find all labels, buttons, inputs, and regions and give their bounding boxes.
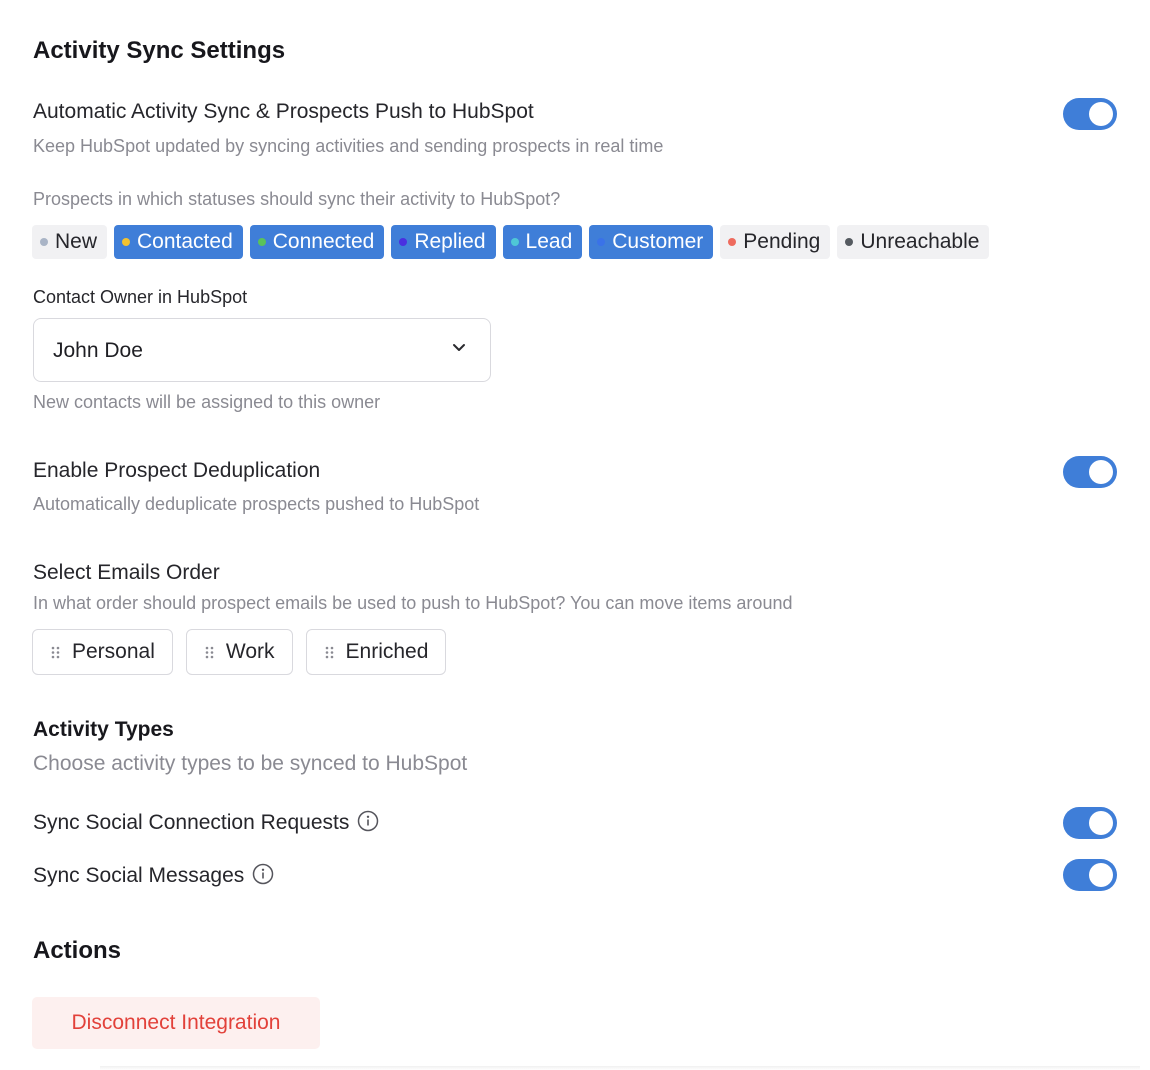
status-chip-contacted[interactable]: Contacted xyxy=(114,225,243,259)
status-dot-icon xyxy=(399,238,408,246)
status-dot-icon xyxy=(40,238,48,246)
status-chip-connected[interactable]: Connected xyxy=(249,225,385,259)
emails-order-list: Personal Work Enriched xyxy=(32,629,447,675)
status-dot-icon xyxy=(122,238,131,246)
info-icon[interactable] xyxy=(252,863,274,885)
dedup-description: Automatically deduplicate prospects push… xyxy=(33,494,480,514)
toggle-knob xyxy=(1089,102,1113,126)
status-dot-icon xyxy=(597,238,606,246)
status-dot-icon xyxy=(845,238,854,246)
auto-sync-toggle[interactable] xyxy=(1063,98,1117,130)
activity-types-title: Activity Types xyxy=(33,718,174,741)
status-chip-label: Replied xyxy=(414,230,486,253)
drag-handle-icon[interactable] xyxy=(205,646,214,659)
status-chip-label: Customer xyxy=(612,230,704,253)
activity-types-description: Choose activity types to be synced to Hu… xyxy=(33,752,468,775)
owner-select-value: John Doe xyxy=(53,339,143,362)
toggle-knob xyxy=(1089,811,1113,835)
status-chip-label: Lead xyxy=(525,230,573,253)
email-order-item-enriched[interactable]: Enriched xyxy=(305,629,447,675)
social-messages-toggle[interactable] xyxy=(1063,859,1117,891)
status-chip-unreachable[interactable]: Unreachable xyxy=(837,225,990,259)
email-order-item-work[interactable]: Work xyxy=(185,629,293,675)
social-connection-requests-label: Sync Social Connection Requests xyxy=(33,811,350,834)
status-dot-icon xyxy=(257,238,266,246)
emails-order-label: Select Emails Order xyxy=(33,561,220,584)
status-chip-lead[interactable]: Lead xyxy=(502,225,583,259)
status-dot-icon xyxy=(728,238,737,246)
page-title: Activity Sync Settings xyxy=(33,37,286,64)
status-chip-label: Pending xyxy=(743,230,821,253)
email-order-item-label: Work xyxy=(225,640,275,663)
social-connection-requests-toggle[interactable] xyxy=(1063,807,1117,839)
status-chip-label: New xyxy=(55,230,98,253)
social-messages-label: Sync Social Messages xyxy=(33,864,245,887)
drag-handle-icon[interactable] xyxy=(325,646,334,659)
status-chip-customer[interactable]: Customer xyxy=(589,225,714,259)
status-chip-new[interactable]: New xyxy=(32,225,108,259)
auto-sync-label: Automatic Activity Sync & Prospects Push… xyxy=(33,100,534,123)
status-chip-label: Contacted xyxy=(137,230,233,253)
disconnect-integration-button[interactable]: Disconnect Integration xyxy=(32,997,320,1049)
owner-label: Contact Owner in HubSpot xyxy=(33,287,248,307)
status-chip-label: Unreachable xyxy=(860,230,980,253)
chevron-down-icon xyxy=(453,344,465,351)
email-order-item-personal[interactable]: Personal xyxy=(32,629,173,675)
statuses-question: Prospects in which statuses should sync … xyxy=(33,189,561,209)
email-order-item-label: Personal xyxy=(72,640,155,663)
status-chip-replied[interactable]: Replied xyxy=(391,225,496,259)
auto-sync-description: Keep HubSpot updated by syncing activiti… xyxy=(33,136,664,156)
toggle-knob xyxy=(1089,863,1113,887)
dedup-toggle[interactable] xyxy=(1063,456,1117,488)
social-connection-requests-row: Sync Social Connection Requests xyxy=(33,810,379,835)
emails-order-description: In what order should prospect emails be … xyxy=(33,593,793,613)
status-chip-group: New Contacted Connected Replied Lead Cus… xyxy=(32,225,990,259)
bottom-divider xyxy=(100,1066,1140,1070)
status-dot-icon xyxy=(510,238,519,246)
toggle-knob xyxy=(1089,460,1113,484)
status-chip-label: Connected xyxy=(272,230,375,253)
owner-select[interactable]: John Doe xyxy=(33,318,491,382)
owner-hint: New contacts will be assigned to this ow… xyxy=(33,392,381,412)
info-icon[interactable] xyxy=(357,810,379,832)
email-order-item-label: Enriched xyxy=(345,640,429,663)
status-chip-pending[interactable]: Pending xyxy=(720,225,831,259)
dedup-label: Enable Prospect Deduplication xyxy=(33,459,321,482)
actions-title: Actions xyxy=(33,937,122,964)
drag-handle-icon[interactable] xyxy=(51,646,60,659)
social-messages-row: Sync Social Messages xyxy=(33,863,274,888)
